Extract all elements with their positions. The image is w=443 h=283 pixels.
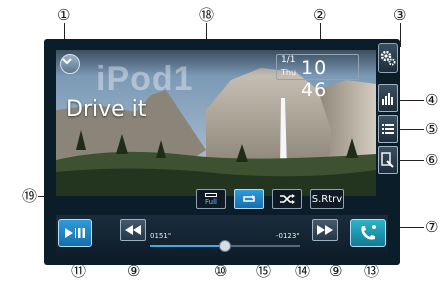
shuffle-icon: [280, 194, 295, 204]
collapse-button[interactable]: [60, 54, 80, 74]
equalizer-icon: [382, 93, 393, 105]
playback-bar: [56, 215, 388, 259]
callout-1: ①: [57, 6, 71, 24]
callout-10: ⑩: [214, 262, 228, 280]
screen-mode-icon: [205, 192, 217, 197]
screen-mode-button[interactable]: Full: [196, 189, 226, 209]
play-pause-icon: [65, 228, 85, 238]
phone-icon: [361, 225, 376, 240]
list-button[interactable]: [378, 115, 398, 143]
callout-9-left: ⑨: [127, 262, 141, 280]
phone-button[interactable]: [350, 219, 386, 247]
callout-19: ⑲: [22, 187, 38, 205]
chevron-down-icon: [62, 58, 72, 65]
callout-18: ⑱: [199, 6, 215, 24]
repeat-button[interactable]: [234, 189, 264, 209]
leader-6: [398, 160, 424, 161]
callout-11: ⑪: [71, 262, 87, 280]
callout-15: ⑮: [256, 262, 272, 280]
play-pause-button[interactable]: [58, 219, 92, 247]
leader-4: [398, 100, 424, 101]
track-title: Drive it: [66, 97, 147, 122]
list-icon: [382, 124, 394, 134]
audio-settings-button[interactable]: [378, 84, 398, 112]
video-area[interactable]: iPod1 Drive it 1/1 Thu 10 46: [56, 50, 376, 196]
callout-3: ③: [393, 6, 407, 24]
rewind-button[interactable]: [120, 219, 146, 241]
clock-display: 1/1 Thu 10 46: [276, 54, 359, 101]
head-unit-screen: iPod1 Drive it 1/1 Thu 10 46 Full S.Rtrv…: [44, 39, 400, 265]
gear-icon: [380, 50, 396, 66]
progress-bar[interactable]: [150, 240, 300, 252]
settings-button[interactable]: [378, 43, 398, 73]
progress-knob[interactable]: [219, 240, 231, 252]
elapsed-time: 0151": [150, 232, 172, 240]
repeat-icon: [243, 195, 255, 202]
fast-forward-button[interactable]: [312, 219, 338, 241]
source-icon: [381, 152, 394, 168]
fast-forward-icon: [317, 225, 333, 235]
leader-5: [398, 129, 424, 130]
sound-retriever-button[interactable]: S.Rtrv: [310, 189, 344, 209]
remaining-time: -0123": [276, 232, 300, 240]
clock-day: Thu: [281, 68, 297, 77]
callout-6: ⑥: [425, 151, 439, 169]
callout-9-right: ⑨: [329, 262, 343, 280]
progress-fill: [150, 245, 225, 247]
shuffle-button[interactable]: [272, 189, 302, 209]
leader-7: [398, 227, 424, 228]
callout-14: ⑭: [295, 262, 311, 280]
leader-3: [400, 23, 401, 47]
callout-5: ⑤: [425, 120, 439, 138]
rewind-icon: [125, 225, 141, 235]
callout-7: ⑦: [425, 218, 439, 236]
callout-13: ⑬: [364, 262, 380, 280]
source-select-button[interactable]: [378, 146, 398, 174]
clock-date: 1/1: [281, 55, 296, 65]
screen-mode-label: Full: [205, 197, 217, 206]
clock-time: 10 46: [301, 57, 328, 101]
sound-retriever-label: S.Rtrv: [311, 193, 343, 205]
source-name-watermark: iPod1: [96, 60, 194, 98]
callout-4: ④: [425, 91, 439, 109]
callout-2: ②: [313, 6, 327, 24]
